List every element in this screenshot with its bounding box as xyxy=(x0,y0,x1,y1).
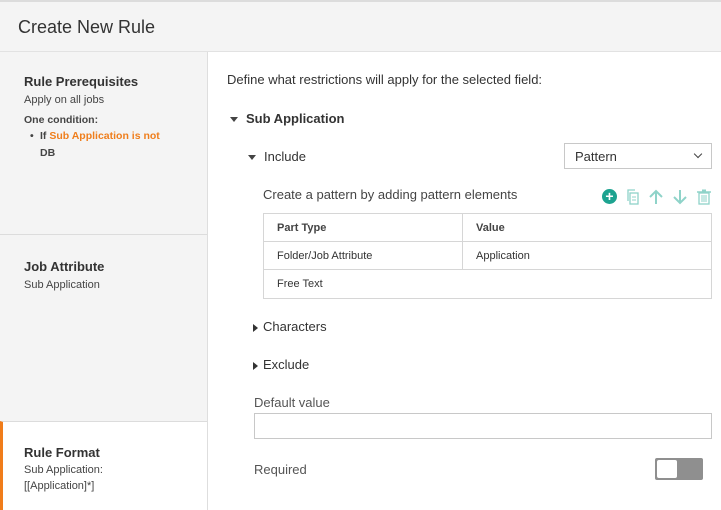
job-attribute-value: Sub Application xyxy=(24,279,100,291)
table-header-value: Value xyxy=(476,222,505,234)
table-cell-part-type: Free Text xyxy=(277,278,323,290)
include-type-select[interactable]: Pattern xyxy=(564,143,712,169)
triangle-down-icon xyxy=(230,117,238,123)
page-title: Create New Rule xyxy=(18,17,156,37)
exclude-toggle[interactable]: Exclude xyxy=(253,357,309,372)
triangle-right-icon xyxy=(253,323,258,332)
arrow-down-icon[interactable] xyxy=(671,188,689,206)
table-cell-value: Application xyxy=(476,250,530,262)
condition-suffix: DB xyxy=(40,147,56,159)
characters-toggle[interactable]: Characters xyxy=(253,319,327,334)
arrow-up-icon[interactable] xyxy=(647,188,665,206)
condition-line: • If Sub Application is not DB xyxy=(24,128,194,162)
pattern-toolbar: + xyxy=(601,188,713,206)
rule-format-line2: [[Application]*] xyxy=(24,480,95,492)
section-title: Sub Application xyxy=(246,111,345,126)
sidebar-section-rule-format[interactable]: Rule Format Sub Application: [[Applicati… xyxy=(0,421,207,510)
trash-icon[interactable] xyxy=(695,188,713,206)
default-value-label: Default value xyxy=(254,395,330,410)
intro-text: Define what restrictions will apply for … xyxy=(227,72,543,87)
main-panel: Define what restrictions will apply for … xyxy=(208,52,721,510)
include-type-value: Pattern xyxy=(575,149,617,164)
job-attribute-title: Job Attribute xyxy=(24,259,105,274)
sidebar: Rule Prerequisites Apply on all jobs One… xyxy=(0,52,208,510)
triangle-right-icon xyxy=(253,361,258,370)
rule-format-title: Rule Format xyxy=(24,445,100,460)
copy-icon[interactable] xyxy=(624,188,642,206)
condition-count: One condition: xyxy=(24,114,99,126)
default-value-input[interactable] xyxy=(254,413,712,439)
table-row[interactable]: Free Text xyxy=(264,270,711,298)
chevron-down-icon xyxy=(693,149,703,159)
triangle-down-icon xyxy=(248,155,256,161)
condition-prefix: If xyxy=(40,130,47,142)
pattern-table: Part Type Value Folder/Job Attribute App… xyxy=(263,213,712,299)
condition-highlight: Sub Application is not xyxy=(49,130,160,142)
sidebar-section-job-attribute[interactable]: Job Attribute Sub Application xyxy=(0,259,207,293)
sidebar-section-rule-prerequisites[interactable]: Rule Prerequisites Apply on all jobs One… xyxy=(0,74,207,235)
toggle-knob xyxy=(657,460,677,478)
table-cell-value xyxy=(463,270,711,298)
section-sub-application-toggle[interactable]: Sub Application xyxy=(230,111,344,126)
rule-prerequisites-title: Rule Prerequisites xyxy=(24,74,139,89)
characters-label: Characters xyxy=(263,319,327,334)
required-toggle[interactable] xyxy=(655,458,703,480)
include-label: Include xyxy=(264,149,306,164)
exclude-label: Exclude xyxy=(263,357,310,372)
pattern-label: Create a pattern by adding pattern eleme… xyxy=(263,187,518,202)
table-header-row: Part Type Value xyxy=(264,214,711,242)
rule-prerequisites-subtitle: Apply on all jobs xyxy=(24,94,105,106)
include-toggle[interactable]: Include xyxy=(248,149,306,164)
bullet-icon: • xyxy=(30,130,34,142)
table-header-part-type: Part Type xyxy=(264,214,463,241)
add-icon[interactable]: + xyxy=(601,188,619,206)
header: Create New Rule xyxy=(0,0,721,52)
rule-format-line1: Sub Application: xyxy=(24,464,103,476)
required-label: Required xyxy=(254,462,307,477)
table-cell-part-type: Folder/Job Attribute xyxy=(264,242,463,269)
table-row[interactable]: Folder/Job Attribute Application xyxy=(264,242,711,270)
